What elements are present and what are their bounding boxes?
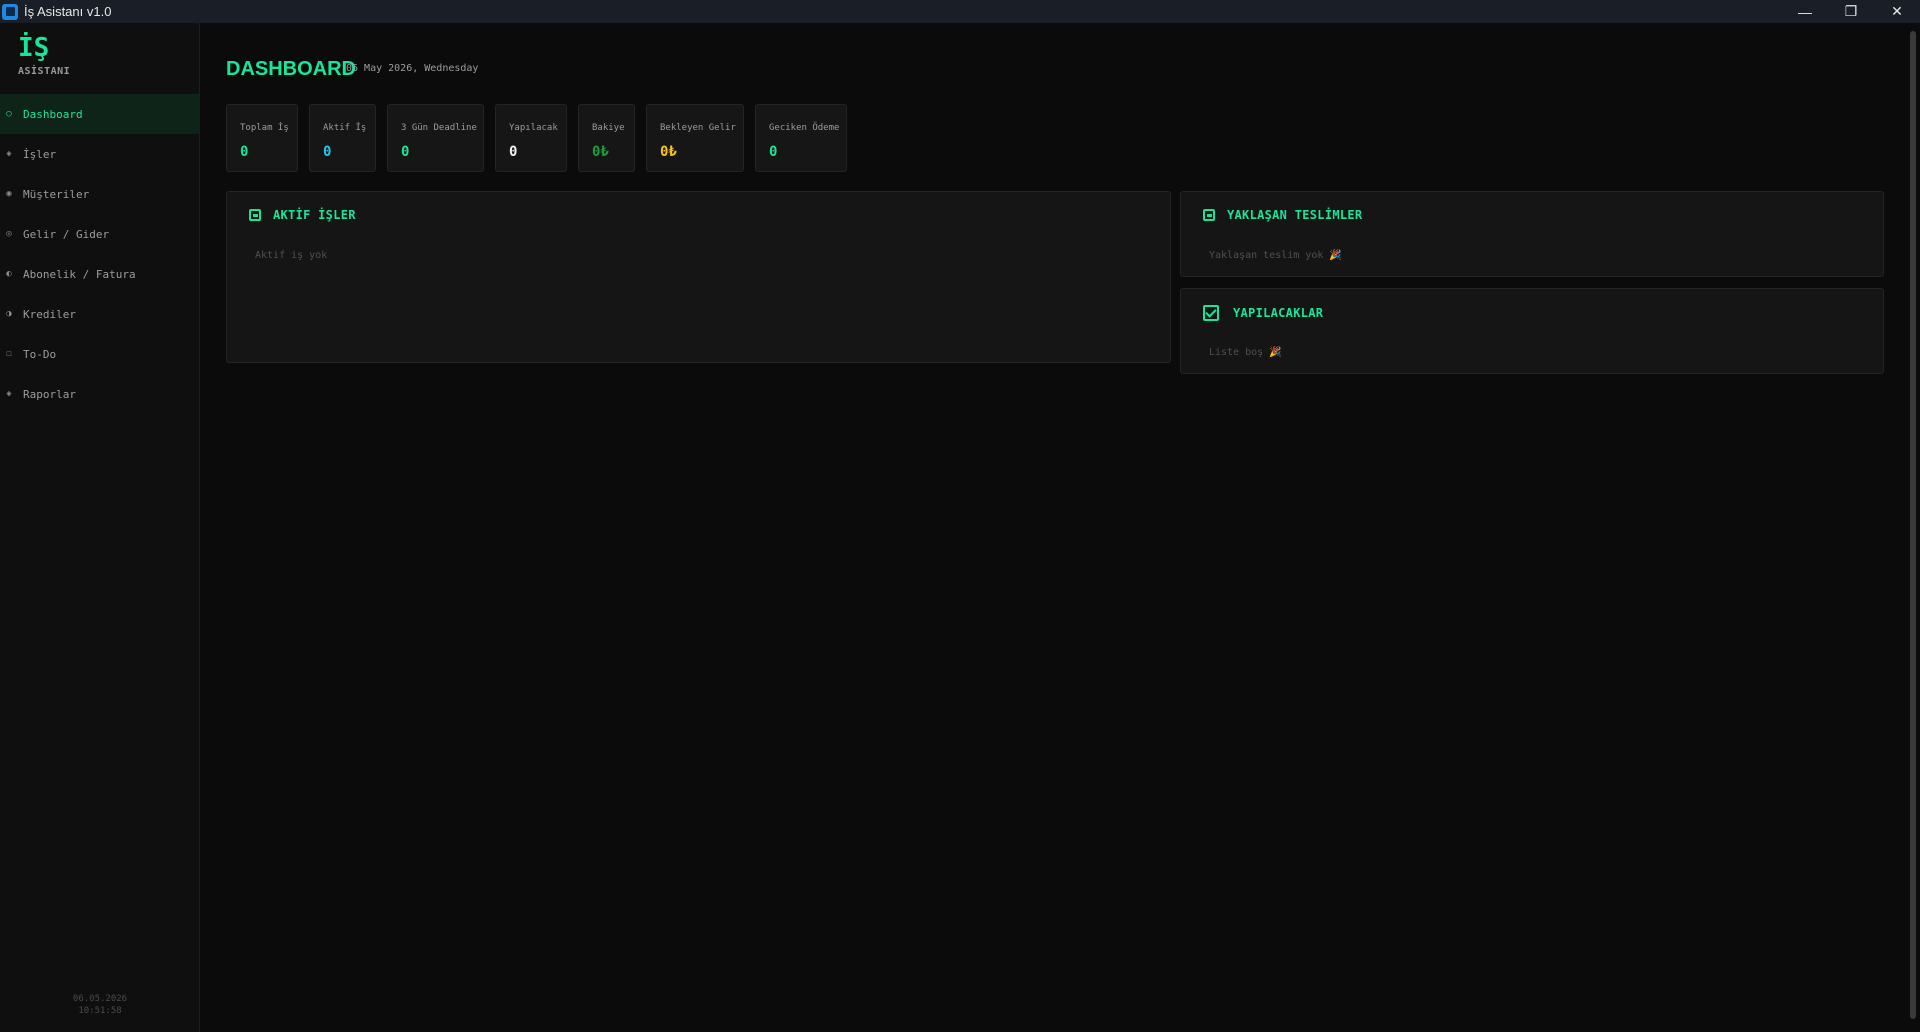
stat-value: 0 — [323, 144, 332, 160]
stat-value: 0 — [509, 144, 518, 160]
checkbox-icon: ☐ — [6, 349, 12, 359]
upcoming-deliveries-panel: YAKLAŞAN TESLİMLER Yaklaşan teslim yok 🎉 — [1180, 191, 1884, 277]
sidebar-item-label: Krediler — [23, 307, 76, 321]
stat-label: Bekleyen Gelir — [660, 123, 736, 133]
logo-title: İŞ — [18, 33, 50, 63]
sidebar-clock: 06.05.2026 10:51:58 — [0, 993, 200, 1017]
filled-circle-icon: ◉ — [6, 189, 12, 199]
circle-icon: ○ — [6, 109, 12, 119]
empty-state: Liste boş 🎉 — [1209, 347, 1282, 358]
panel-header: YAPILACAKLAR — [1203, 305, 1323, 321]
scrollbar[interactable] — [1907, 23, 1920, 1032]
half-circle-right-icon: ◑ — [6, 309, 12, 319]
calendar-icon — [1203, 209, 1215, 221]
stat-label: Toplam İş — [240, 123, 289, 133]
panel-title: YAKLAŞAN TESLİMLER — [1227, 208, 1363, 222]
stat-label: Yapılacak — [509, 123, 558, 133]
active-jobs-panel: AKTİF İŞLER Aktif iş yok — [226, 191, 1171, 363]
sidebar-item-jobs[interactable]: ◈ İşler — [0, 134, 199, 174]
minimize-button[interactable]: — — [1782, 0, 1828, 23]
stat-label: Aktif İş — [323, 123, 367, 133]
panel-header: AKTİF İŞLER — [249, 208, 356, 222]
stat-value: 0₺ — [592, 144, 609, 160]
stat-label: Bakiye — [592, 123, 625, 133]
page-title: DASHBOARD — [226, 58, 356, 80]
sidebar-item-income-expense[interactable]: ◎ Gelir / Gider — [0, 214, 199, 254]
stat-value: 0 — [401, 144, 410, 160]
sidebar-item-dashboard[interactable]: ○ Dashboard — [0, 94, 199, 134]
panel-title: AKTİF İŞLER — [273, 208, 356, 222]
sidebar-item-label: İşler — [23, 147, 57, 161]
diamond-icon: ◈ — [6, 389, 12, 399]
sidebar-item-label: Gelir / Gider — [23, 227, 110, 241]
page-date: 06 May 2026, Wednesday — [346, 63, 479, 74]
diamond-icon: ◈ — [6, 149, 12, 159]
main-content: DASHBOARD 06 May 2026, Wednesday Toplam … — [200, 23, 1907, 1032]
panel-header: YAKLAŞAN TESLİMLER — [1203, 208, 1362, 222]
todo-panel: YAPILACAKLAR Liste boş 🎉 — [1180, 288, 1884, 374]
stat-card-todo: Yapılacak 0 — [495, 104, 567, 172]
stat-card-pending-income: Bekleyen Gelir 0₺ — [646, 104, 744, 172]
stat-value: 0₺ — [660, 144, 677, 160]
scrollbar-thumb[interactable] — [1910, 31, 1916, 1019]
sidebar-item-todo[interactable]: ☐ To-Do — [0, 334, 199, 374]
stat-label: 3 Gün Deadline — [401, 123, 477, 133]
clock-time: 10:51:58 — [78, 1006, 122, 1016]
stat-value: 0 — [769, 144, 778, 160]
stat-card-total-jobs: Toplam İş 0 — [226, 104, 298, 172]
sidebar-item-label: To-Do — [23, 347, 57, 361]
clock-date: 06.05.2026 — [72, 994, 128, 1004]
sidebar-item-label: Dashboard — [23, 107, 83, 121]
sidebar: İŞ ASİSTANI ○ Dashboard ◈ İşler ◉ Müşter… — [0, 23, 200, 1032]
empty-state: Yaklaşan teslim yok 🎉 — [1209, 250, 1342, 261]
title-bar: İş Asistanı v1.0 — ❐ ✕ — [0, 0, 1920, 23]
empty-state: Aktif iş yok — [255, 250, 328, 261]
panel-title: YAPILACAKLAR — [1233, 306, 1324, 320]
checkbox-checked-icon — [1203, 305, 1219, 321]
app-icon — [2, 3, 18, 20]
sidebar-nav: ○ Dashboard ◈ İşler ◉ Müşteriler ◎ Gelir… — [0, 94, 199, 414]
sidebar-item-customers[interactable]: ◉ Müşteriler — [0, 174, 199, 214]
window-title: İş Asistanı v1.0 — [24, 4, 112, 19]
stat-card-active-jobs: Aktif İş 0 — [309, 104, 376, 172]
sidebar-item-label: Raporlar — [23, 387, 76, 401]
stat-label: Geciken Ödeme — [769, 123, 840, 133]
stats-row: Toplam İş 0 Aktif İş 0 3 Gün Deadline 0 … — [226, 104, 858, 172]
briefcase-icon — [249, 209, 261, 221]
sidebar-item-loans[interactable]: ◑ Krediler — [0, 294, 199, 334]
bullseye-icon: ◎ — [6, 229, 12, 239]
stat-value: 0 — [240, 144, 249, 160]
stat-card-deadline: 3 Gün Deadline 0 — [387, 104, 484, 172]
logo-subtitle: ASİSTANI — [18, 66, 71, 77]
sidebar-item-reports[interactable]: ◈ Raporlar — [0, 374, 199, 414]
window-controls: — ❐ ✕ — [1782, 0, 1920, 23]
half-circle-icon: ◐ — [6, 269, 12, 279]
restore-button[interactable]: ❐ — [1828, 0, 1874, 23]
stat-card-balance: Bakiye 0₺ — [578, 104, 635, 172]
sidebar-item-subscription-invoice[interactable]: ◐ Abonelik / Fatura — [0, 254, 199, 294]
sidebar-item-label: Abonelik / Fatura — [23, 267, 136, 281]
close-button[interactable]: ✕ — [1874, 0, 1920, 23]
sidebar-item-label: Müşteriler — [23, 187, 90, 201]
stat-card-overdue-payment: Geciken Ödeme 0 — [755, 104, 847, 172]
